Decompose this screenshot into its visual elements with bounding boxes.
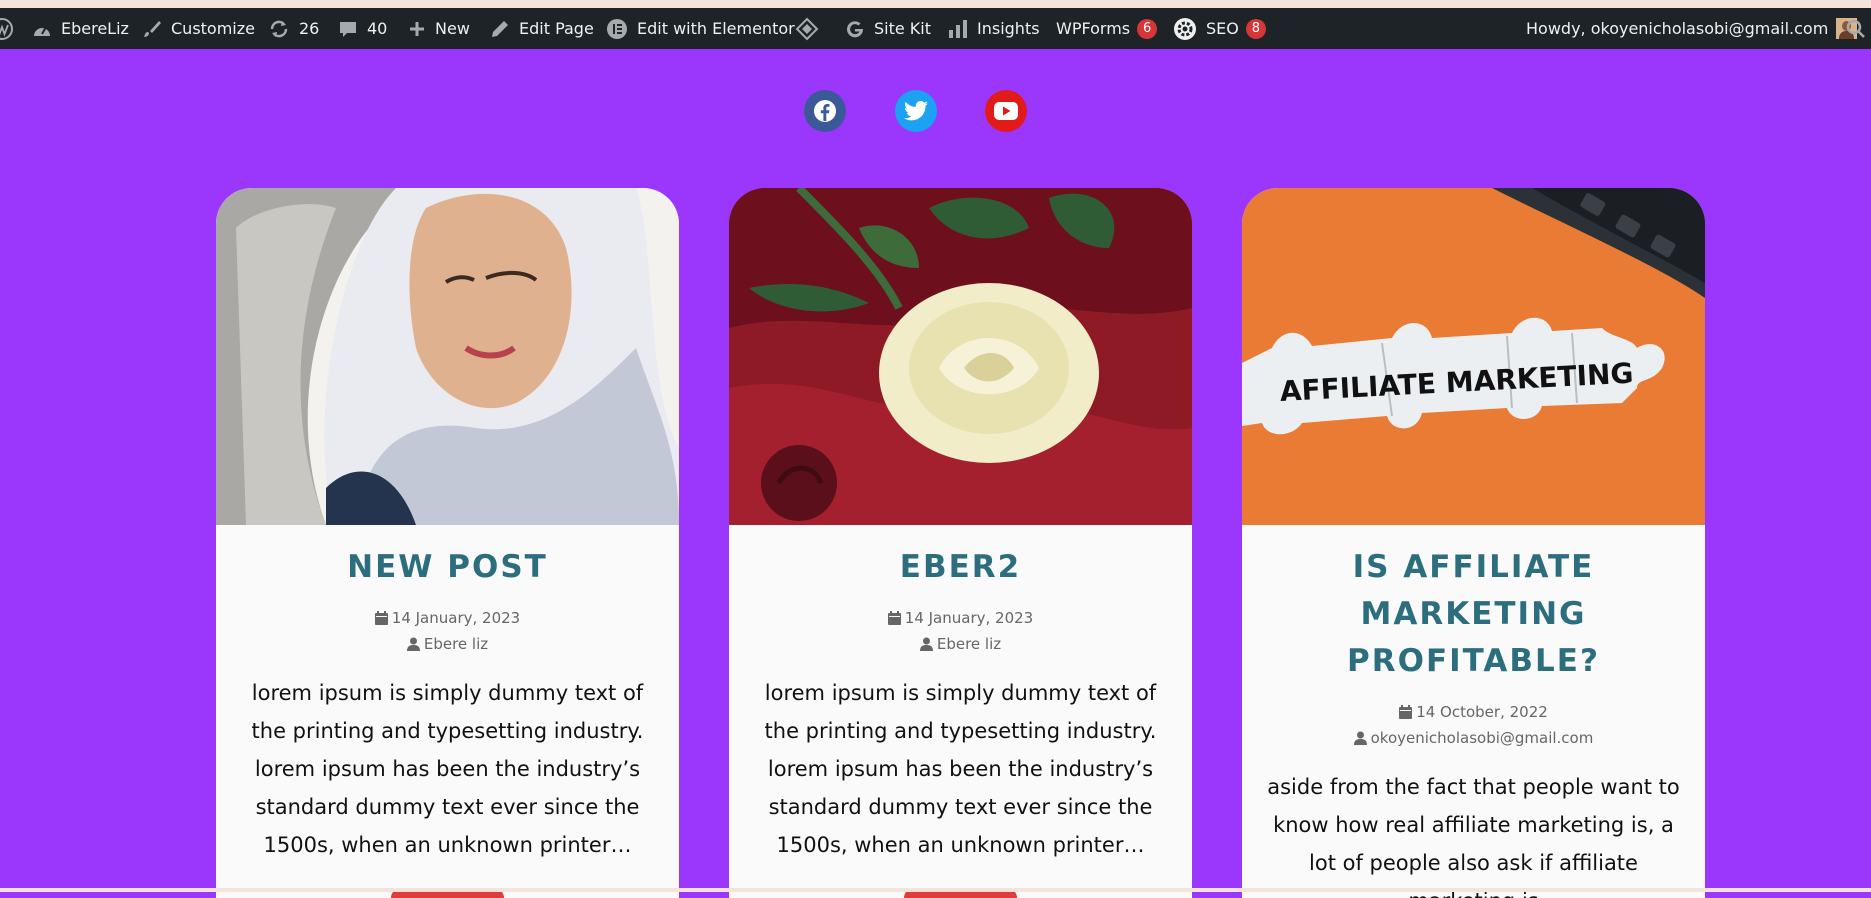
- updates-link[interactable]: 26: [268, 8, 319, 49]
- wpforms-label: WPForms: [1056, 19, 1131, 38]
- edit-elementor-label: Edit with Elementor: [637, 19, 795, 38]
- seo-label: SEO: [1206, 19, 1239, 38]
- new-label: New: [435, 19, 470, 38]
- site-name-label: EbereLiz: [61, 19, 129, 38]
- updates-count: 26: [299, 19, 320, 38]
- howdy-label: Howdy, okoyenicholasobi@gmail.com: [1526, 19, 1829, 38]
- post-title[interactable]: NEW POST: [236, 544, 659, 591]
- customize-label: Customize: [171, 19, 255, 38]
- plus-icon: [410, 21, 424, 36]
- post-author: okoyenicholasobi@gmail.com: [1242, 729, 1705, 747]
- user-icon: [919, 637, 933, 651]
- comments-link[interactable]: 40: [338, 8, 387, 49]
- post-excerpt: lorem ipsum is simply dummy text of the …: [251, 681, 644, 857]
- elementor-icon: [607, 18, 627, 39]
- diamond-menu[interactable]: [795, 8, 819, 49]
- user-icon: [406, 637, 420, 651]
- post-date-text: 14 January, 2023: [391, 609, 521, 627]
- post-author: Ebere liz: [216, 635, 679, 653]
- calendar-icon: [374, 611, 388, 625]
- bottom-strip: [0, 888, 1871, 892]
- brush-icon: [144, 20, 161, 37]
- post-thumbnail-woman[interactable]: [216, 188, 679, 525]
- site-kit-label: Site Kit: [874, 19, 932, 38]
- seo-gear-icon: [1174, 17, 1196, 40]
- wordpress-logo[interactable]: [0, 8, 14, 49]
- post-date-text: 14 January, 2023: [904, 609, 1034, 627]
- diamond-icon: [795, 17, 819, 40]
- post-author-text: Ebere liz: [423, 635, 489, 653]
- account-menu[interactable]: Howdy, okoyenicholasobi@gmail.com: [1526, 8, 1858, 49]
- top-strip: [0, 0, 1871, 8]
- post-card: NEW POST 14 January, 2023 Ebere liz lore…: [216, 188, 679, 898]
- calendar-icon: [887, 611, 901, 625]
- refresh-icon: [270, 20, 288, 37]
- post-author-text: okoyenicholasobi@gmail.com: [1370, 729, 1594, 747]
- calendar-icon: [1399, 705, 1413, 719]
- customize-link[interactable]: Customize: [142, 8, 255, 49]
- post-date: 14 January, 2023: [216, 609, 679, 627]
- insights-label: Insights: [977, 19, 1040, 38]
- post-thumbnail-rose[interactable]: [729, 188, 1192, 525]
- wpforms-link[interactable]: WPForms 6: [1056, 8, 1158, 49]
- google-g-icon: [847, 20, 864, 37]
- post-card: EBER2 14 January, 2023 Ebere liz lorem i…: [729, 188, 1192, 898]
- site-name-menu[interactable]: EbereLiz: [32, 8, 129, 49]
- post-excerpt: aside from the fact that people want to …: [1267, 775, 1680, 898]
- site-kit-link[interactable]: Site Kit: [845, 8, 931, 49]
- search-icon: [1846, 19, 1865, 38]
- youtube-icon: [994, 102, 1018, 120]
- comment-icon: [340, 21, 356, 37]
- post-thumbnail-affiliate[interactable]: AFFILIATE MARKETING: [1242, 188, 1705, 525]
- user-icon: [1353, 731, 1367, 745]
- post-card: AFFILIATE MARKETING IS AFFILIATE MARKETI…: [1242, 188, 1705, 898]
- post-author: Ebere liz: [729, 635, 1192, 653]
- dashboard-icon: [34, 26, 50, 36]
- wpforms-badge: 6: [1137, 18, 1158, 39]
- post-title[interactable]: EBER2: [749, 544, 1172, 591]
- twitter-link[interactable]: [895, 90, 937, 132]
- post-date: 14 January, 2023: [729, 609, 1192, 627]
- post-excerpt: lorem ipsum is simply dummy text of the …: [764, 681, 1157, 857]
- post-author-text: Ebere liz: [936, 635, 1002, 653]
- seo-badge: 8: [1245, 18, 1266, 39]
- edit-elementor-link[interactable]: Edit with Elementor: [606, 8, 795, 49]
- edit-page-label: Edit Page: [519, 19, 594, 38]
- bar-chart-icon: [949, 19, 967, 38]
- post-date: 14 October, 2022: [1242, 703, 1705, 721]
- post-title[interactable]: IS AFFILIATE MARKETING PROFITABLE?: [1262, 544, 1685, 685]
- youtube-link[interactable]: [985, 90, 1027, 132]
- twitter-icon: [904, 101, 928, 121]
- pencil-icon: [492, 20, 508, 37]
- facebook-icon: [814, 100, 836, 122]
- facebook-link[interactable]: [804, 90, 846, 132]
- seo-link[interactable]: SEO 8: [1173, 8, 1266, 49]
- comments-count: 40: [367, 19, 388, 38]
- post-date-text: 14 October, 2022: [1416, 703, 1548, 721]
- wordpress-icon: [0, 17, 13, 40]
- search-toggle[interactable]: [1846, 8, 1866, 49]
- new-content-link[interactable]: New: [408, 8, 470, 49]
- admin-bar: EbereLiz Customize 26 40 New Edit Page E…: [0, 8, 1871, 49]
- insights-link[interactable]: Insights: [948, 8, 1040, 49]
- edit-page-link[interactable]: Edit Page: [490, 8, 594, 49]
